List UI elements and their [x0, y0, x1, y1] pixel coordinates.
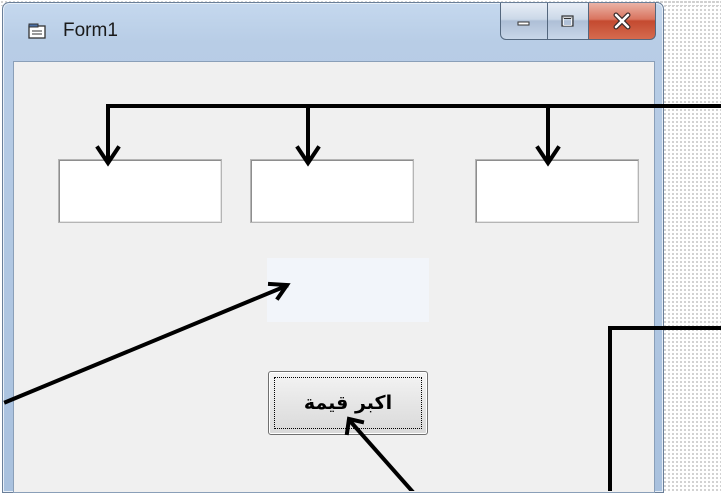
window-title: Form1 [63, 20, 118, 41]
window-controls [500, 3, 656, 40]
textbox-1[interactable] [58, 159, 222, 223]
textbox-2[interactable] [250, 159, 414, 223]
maximize-icon [561, 15, 574, 27]
form-window: Form1 اكبر قيمة [2, 2, 664, 493]
form-client-area: اكبر قيمة [13, 61, 655, 493]
close-icon [613, 12, 631, 30]
result-label [267, 258, 429, 322]
close-button[interactable] [589, 3, 656, 40]
max-value-button-label: اكبر قيمة [303, 392, 393, 414]
title-bar[interactable]: Form1 [3, 3, 663, 61]
form-icon [28, 23, 46, 39]
minimize-button[interactable] [500, 3, 548, 40]
minimize-icon [517, 21, 530, 26]
slide-background [655, 0, 721, 491]
max-value-button[interactable]: اكبر قيمة [268, 371, 428, 435]
maximize-button[interactable] [548, 3, 589, 40]
textbox-3[interactable] [475, 159, 639, 223]
